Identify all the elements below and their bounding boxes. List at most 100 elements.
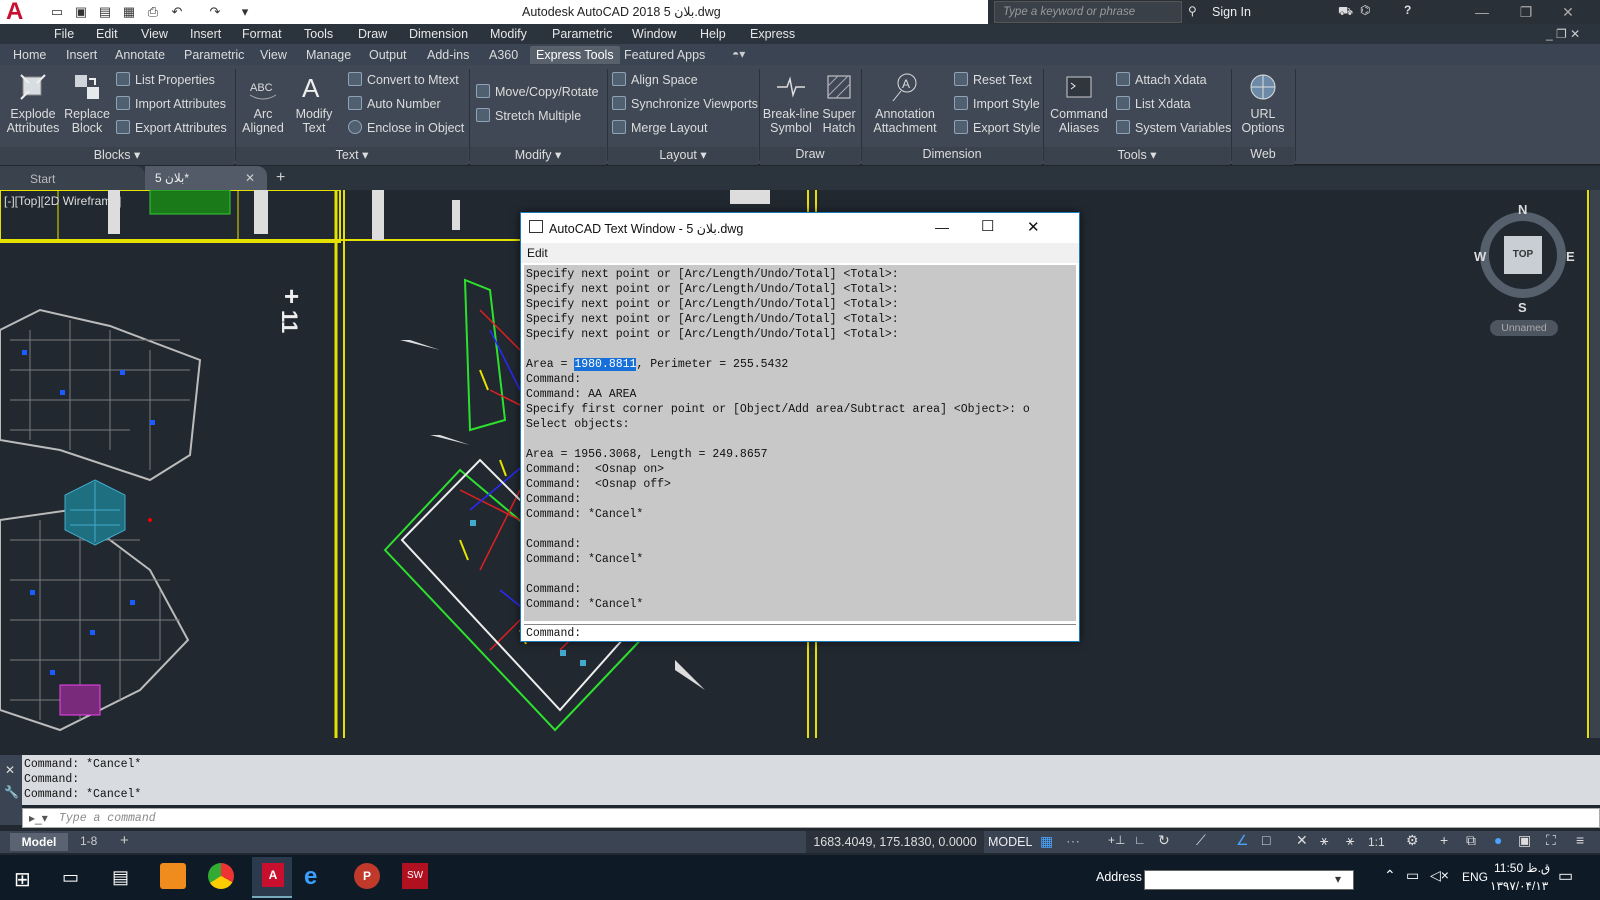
command-aliases-button[interactable]: Command Aliases <box>1048 71 1110 135</box>
enclose-in-object-button[interactable]: Enclose in Object <box>348 119 464 141</box>
annotation-visibility-icon[interactable]: ✕ <box>1296 832 1308 849</box>
url-options-button[interactable]: URL Options <box>1236 71 1290 135</box>
annotation-attachment-button[interactable]: A Annotation Attachment <box>868 71 942 135</box>
export-attributes-button[interactable]: Export Attributes <box>116 119 227 141</box>
modify-text-button[interactable]: A Modify Text <box>290 71 338 135</box>
network-icon[interactable]: ▭ <box>1406 867 1419 884</box>
app-p-icon[interactable]: P <box>354 863 380 889</box>
windows-start-icon[interactable]: ⊞ <box>14 867 31 892</box>
redo-icon[interactable]: ↷ <box>206 3 224 21</box>
new-file-icon[interactable]: ▭ <box>48 3 66 21</box>
object-snap-tracking-icon[interactable]: ∠ <box>1236 832 1249 849</box>
tab-insert[interactable]: Insert <box>66 48 97 62</box>
help-icon[interactable]: ? <box>1404 3 1411 17</box>
command-line-handle[interactable]: ✕ 🔧 <box>0 755 22 825</box>
menu-window[interactable]: Window <box>632 27 676 41</box>
restore-icon[interactable]: ❐ <box>1506 2 1546 22</box>
tab-annotate[interactable]: Annotate <box>115 48 165 62</box>
tab-parametric[interactable]: Parametric <box>184 48 244 62</box>
auto-scale-icon[interactable]: ⚹ <box>1320 832 1328 849</box>
customization-menu-icon[interactable]: ≡ <box>1576 832 1584 848</box>
save-as-icon[interactable]: ▦ <box>120 3 138 21</box>
tab-close-icon[interactable]: ✕ <box>245 171 255 185</box>
menu-express[interactable]: Express <box>750 27 795 41</box>
minimize-icon[interactable]: — <box>1462 2 1502 22</box>
tab-featured-apps[interactable]: Featured Apps <box>624 48 705 62</box>
tw-close-icon[interactable]: ✕ <box>1027 218 1040 236</box>
polar-tracking-icon[interactable]: ↻ <box>1158 832 1170 849</box>
solidworks-icon[interactable]: SW <box>402 863 428 889</box>
text-window-command-line[interactable]: Command: <box>524 624 1076 641</box>
osnap-icon[interactable]: □ <box>1262 832 1270 848</box>
customize-wrench-icon[interactable]: 🔧 <box>4 785 19 799</box>
panel-title-blocks[interactable]: Blocks ▾ <box>0 147 234 165</box>
system-variables-button[interactable]: System Variables <box>1116 119 1231 141</box>
workspace-gear-icon[interactable]: ⚙ <box>1406 832 1419 849</box>
menu-parametric[interactable]: Parametric <box>552 27 612 41</box>
ortho-icon[interactable]: ∟ <box>1134 833 1146 847</box>
break-line-symbol-button[interactable]: Break-line Symbol <box>762 71 820 135</box>
dynamic-input-icon[interactable]: +⊥ <box>1108 833 1125 847</box>
menu-modify[interactable]: Modify <box>490 27 527 41</box>
synchronize-viewports-button[interactable]: Synchronize Viewports <box>612 95 758 117</box>
menu-dimension[interactable]: Dimension <box>409 27 468 41</box>
list-properties-button[interactable]: List Properties <box>116 71 215 93</box>
exchange-icon[interactable]: ⌬ <box>1360 3 1370 17</box>
tab-view[interactable]: View <box>260 48 287 62</box>
compass-south[interactable]: S <box>1518 300 1527 315</box>
panel-title-text[interactable]: Text ▾ <box>236 147 468 165</box>
address-input[interactable]: ▾ <box>1144 870 1354 890</box>
lock-ui-icon[interactable]: ▣ <box>1518 832 1531 849</box>
auto-number-button[interactable]: Auto Number <box>348 95 441 117</box>
application-menu-button[interactable]: A <box>0 0 40 25</box>
plot-icon[interactable]: ⎙ <box>144 3 162 21</box>
cart-icon[interactable]: ⛟ <box>1338 4 1353 20</box>
isodraft-icon[interactable]: ⟋ <box>1196 832 1206 849</box>
tab-drawing-plan[interactable]: بلان 5* ✕ <box>145 166 267 190</box>
reset-text-button[interactable]: Reset Text <box>954 71 1032 93</box>
notifications-icon[interactable]: ▭ <box>1558 866 1573 886</box>
calculator-icon[interactable]: ▤ <box>112 867 129 888</box>
command-input[interactable]: ▸_▾ Type a command <box>22 808 1600 828</box>
tw-minimize-icon[interactable]: — <box>935 219 949 235</box>
undo-icon[interactable]: ↶ <box>168 3 186 21</box>
coordinates-readout[interactable]: 1683.4049, 175.1830, 0.0000 <box>806 831 984 853</box>
binoculars-icon[interactable]: ⚲ <box>1188 4 1197 18</box>
layout-tab-1-8[interactable]: 1-8 <box>80 834 97 848</box>
compass-north[interactable]: N <box>1518 202 1527 217</box>
task-view-icon[interactable]: ▭ <box>62 867 79 888</box>
clean-screen-icon[interactable]: ⛶ <box>1546 832 1556 849</box>
search-input[interactable]: Type a keyword or phrase <box>994 1 1182 23</box>
autocad-taskbar-button[interactable]: A <box>252 857 292 898</box>
tab-add-ins[interactable]: Add-ins <box>427 48 469 62</box>
merge-layout-button[interactable]: Merge Layout <box>612 119 707 141</box>
text-window-title-bar[interactable]: AutoCAD Text Window - بلان 5.dwg — ☐ ✕ <box>521 213 1079 243</box>
annotation-monitor-icon[interactable]: + <box>1440 832 1448 848</box>
quick-properties-icon[interactable]: ● <box>1494 832 1502 848</box>
doc-window-controls[interactable]: _ ❐ ✕ <box>1546 27 1580 41</box>
grid-icon[interactable]: ▦ <box>1040 833 1053 850</box>
convert-to-mtext-button[interactable]: Convert to Mtext <box>348 71 459 93</box>
command-prompt-icon[interactable]: ▸_▾ <box>29 811 48 825</box>
replace-block-button[interactable]: Replace Block <box>62 71 112 135</box>
compass-east[interactable]: E <box>1566 249 1575 264</box>
viewport-controls-label[interactable]: [-][Top][2D Wireframe] <box>4 194 121 208</box>
close-icon[interactable]: ✕ <box>1548 2 1588 22</box>
area-value-selected[interactable]: 1980.8811 <box>574 358 637 371</box>
app-orange-icon[interactable] <box>160 863 186 889</box>
compass-west[interactable]: W <box>1474 249 1486 264</box>
language-indicator[interactable]: ENG <box>1462 870 1488 884</box>
open-folder-icon[interactable]: ▣ <box>72 3 90 21</box>
panel-title-modify[interactable]: Modify ▾ <box>470 147 606 165</box>
menu-view[interactable]: View <box>141 27 168 41</box>
vertical-scrollbar[interactable] <box>1590 190 1600 738</box>
snap-icon[interactable]: ⋯ <box>1066 833 1080 850</box>
address-dropdown-icon[interactable]: ▾ <box>1335 872 1341 886</box>
annotation-scale-value[interactable]: 1:1 <box>1368 835 1385 849</box>
tab-a360[interactable]: A360 <box>489 48 518 62</box>
sign-in-button[interactable]: Sign In <box>1212 5 1251 19</box>
viewcube[interactable]: TOP N S W E <box>1474 202 1576 315</box>
viewcube-top-face[interactable]: TOP <box>1504 236 1542 274</box>
model-space-toggle[interactable]: MODEL <box>988 835 1032 849</box>
menu-format[interactable]: Format <box>242 27 282 41</box>
